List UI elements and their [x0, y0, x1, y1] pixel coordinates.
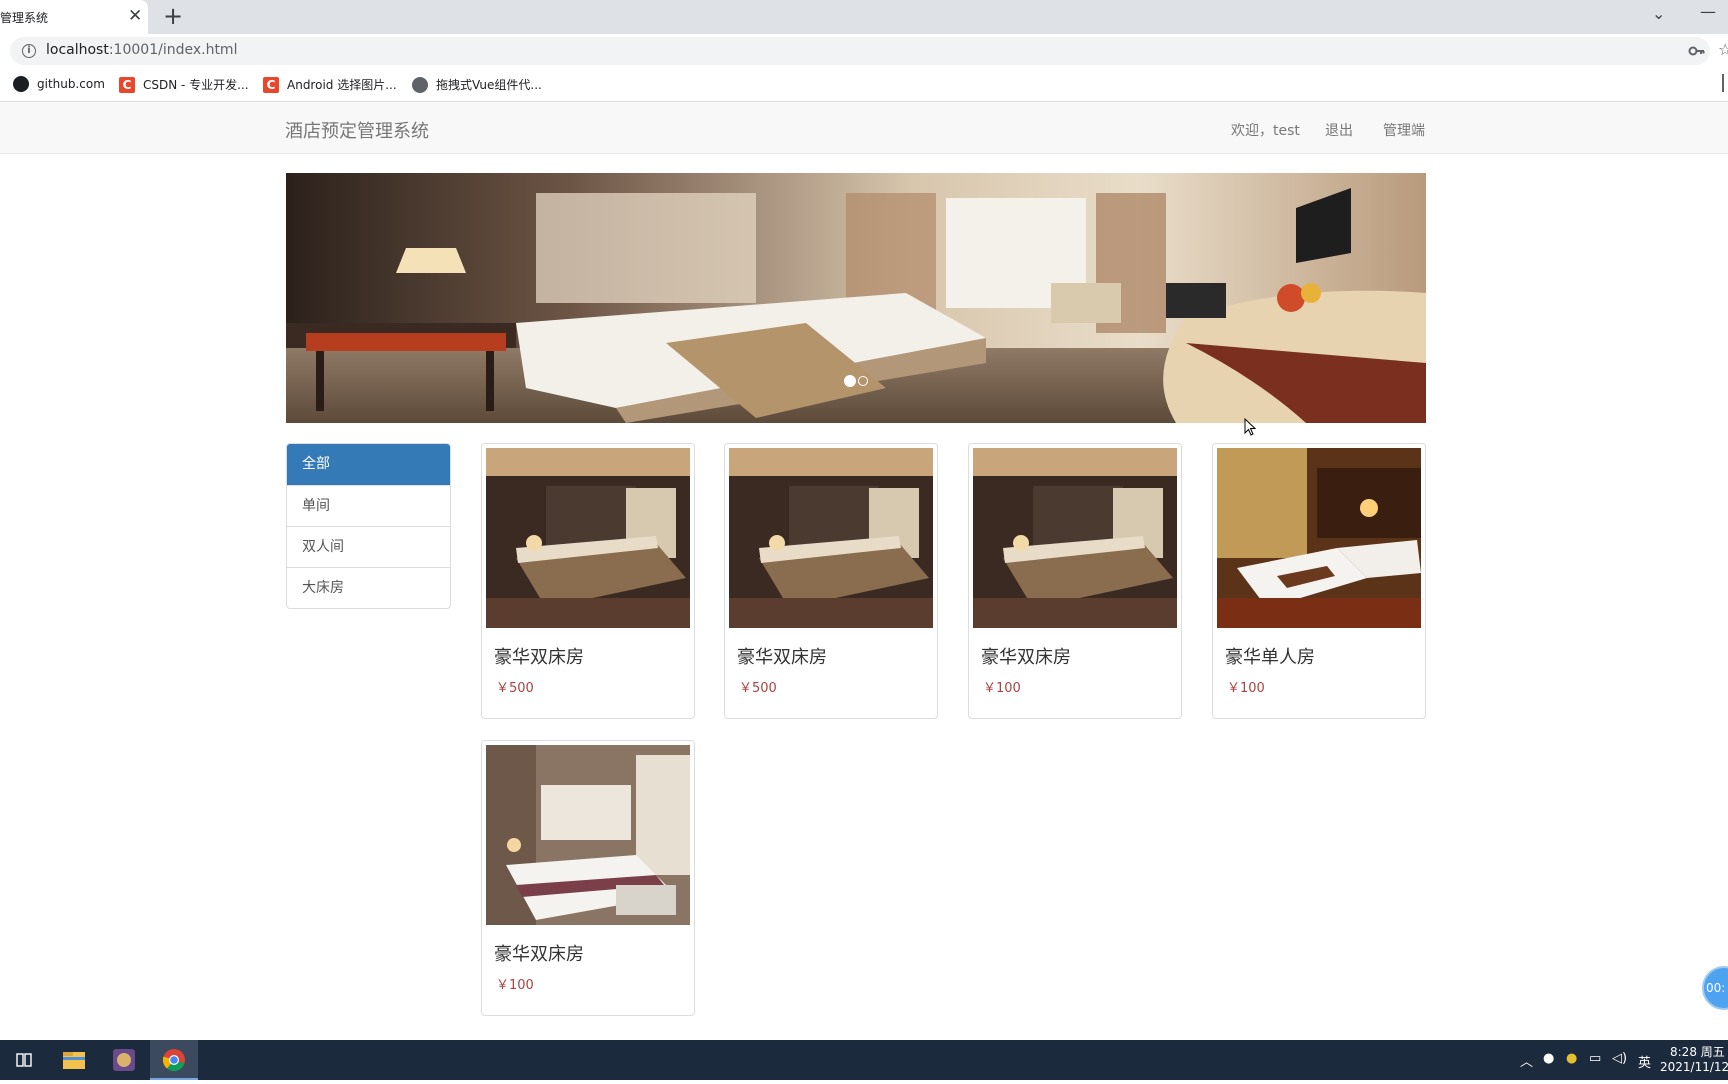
- carousel-indicators: [844, 375, 868, 387]
- minimize-icon[interactable]: —: [1700, 2, 1716, 21]
- bookmark-label: 拖拽式Vue组件代...: [436, 78, 542, 92]
- bookmarks-overflow[interactable]: [1722, 74, 1724, 92]
- room-title[interactable]: 豪华双床房: [494, 643, 584, 669]
- tab-close-icon[interactable]: ✕: [128, 6, 142, 26]
- room-image[interactable]: [486, 745, 690, 925]
- bookmark-label: github.com: [37, 77, 105, 91]
- address-bar[interactable]: i localhost:10001/index.html: [10, 37, 1710, 65]
- site-navbar: 酒店预定管理系统 欢迎，test 退出 管理端: [0, 103, 1728, 154]
- url-text[interactable]: localhost:10001/index.html: [46, 42, 237, 58]
- room-image[interactable]: [973, 448, 1177, 628]
- app-button[interactable]: [100, 1040, 148, 1080]
- room-price: ￥100: [496, 978, 534, 993]
- app-icon: [113, 1049, 135, 1071]
- room-price: ￥500: [739, 681, 777, 696]
- admin-link[interactable]: 管理端: [1383, 120, 1425, 140]
- chrome-button[interactable]: [150, 1040, 198, 1080]
- room-price: ￥100: [983, 681, 1021, 696]
- globe-icon: [412, 76, 428, 93]
- room-price: ￥100: [1227, 681, 1265, 696]
- task-view-button[interactable]: [0, 1040, 48, 1080]
- mouse-cursor-icon: [1244, 418, 1256, 436]
- bookmark-item[interactable]: 拖拽式Vue组件代...: [412, 76, 542, 94]
- browser-tab[interactable]: 管理系统 ✕: [0, 0, 148, 34]
- bookmark-item[interactable]: github.com: [13, 76, 105, 94]
- tab-title: 管理系统: [0, 11, 49, 25]
- category-list: 全部 单间 双人间 大床房: [286, 443, 451, 609]
- url-path: :10001/index.html: [108, 42, 238, 58]
- room-card[interactable]: 豪华双床房 ￥100: [968, 443, 1182, 719]
- room-image[interactable]: [1217, 448, 1421, 628]
- logout-link[interactable]: 退出: [1325, 120, 1353, 140]
- category-item-king[interactable]: 大床房: [287, 567, 450, 608]
- qq-icon[interactable]: ●: [1543, 1051, 1554, 1066]
- bookmarks-bar: github.com C CSDN - 专业开发... C Android 选择图片…: [0, 68, 1728, 102]
- room-title[interactable]: 豪华双床房: [737, 643, 827, 669]
- room-title[interactable]: 豪华双床房: [494, 940, 584, 966]
- csdn-icon: C: [119, 76, 135, 93]
- chrome-icon: [162, 1049, 185, 1072]
- volume-icon[interactable]: ◁): [1612, 1051, 1627, 1066]
- new-tab-button[interactable]: +: [163, 3, 183, 29]
- category-item-single[interactable]: 单间: [287, 485, 450, 526]
- browser-tabstrip: 管理系统 ✕ + ⌄ —: [0, 0, 1728, 34]
- clock-time[interactable]: 8:28 周五: [1670, 1043, 1725, 1060]
- github-icon: [13, 76, 29, 92]
- room-image[interactable]: [729, 448, 933, 628]
- tab-search-chevron-icon[interactable]: ⌄: [1652, 4, 1665, 23]
- room-card[interactable]: 豪华双床房 ￥500: [481, 443, 695, 719]
- bookmark-star-icon[interactable]: ☆: [1718, 40, 1728, 59]
- room-price: ￥500: [496, 681, 534, 696]
- category-item-all[interactable]: 全部: [287, 444, 450, 485]
- room-card[interactable]: 豪华单人房 ￥100: [1212, 443, 1426, 719]
- carousel-dot[interactable]: [858, 376, 868, 386]
- csdn-icon: C: [263, 76, 279, 93]
- password-key-icon[interactable]: [1688, 42, 1706, 60]
- bookmark-label: Android 选择图片...: [287, 78, 397, 92]
- site-info-icon[interactable]: i: [22, 44, 36, 58]
- clock-date[interactable]: 2021/11/12: [1660, 1060, 1728, 1074]
- hero-carousel[interactable]: [286, 173, 1426, 423]
- room-image[interactable]: [486, 448, 690, 628]
- category-item-double[interactable]: 双人间: [287, 526, 450, 567]
- room-title[interactable]: 豪华双床房: [981, 643, 1071, 669]
- task-view-icon: [16, 1053, 32, 1067]
- url-host: localhost: [46, 42, 109, 58]
- file-explorer-button[interactable]: [50, 1040, 98, 1080]
- bookmark-item[interactable]: C Android 选择图片...: [263, 76, 397, 94]
- bookmark-item[interactable]: C CSDN - 专业开发...: [119, 76, 249, 94]
- room-title[interactable]: 豪华单人房: [1225, 643, 1315, 669]
- room-card[interactable]: 豪华双床房 ￥100: [481, 740, 695, 1016]
- tray-app-icon[interactable]: ●: [1566, 1051, 1577, 1066]
- folder-icon: [63, 1052, 85, 1069]
- tray-expand-icon[interactable]: ︿: [1520, 1051, 1533, 1070]
- room-card[interactable]: 豪华双床房 ￥500: [724, 443, 938, 719]
- network-icon[interactable]: ▭: [1589, 1051, 1601, 1066]
- welcome-user-link[interactable]: 欢迎，test: [1231, 120, 1300, 140]
- ime-indicator[interactable]: 英: [1638, 1052, 1651, 1071]
- floating-timer-button[interactable]: 00:: [1702, 966, 1728, 1010]
- windows-taskbar: [0, 1040, 1728, 1080]
- carousel-dot[interactable]: [844, 375, 856, 387]
- browser-toolbar: i localhost:10001/index.html: [0, 34, 1728, 68]
- site-brand[interactable]: 酒店预定管理系统: [285, 117, 429, 143]
- bookmark-label: CSDN - 专业开发...: [143, 78, 249, 92]
